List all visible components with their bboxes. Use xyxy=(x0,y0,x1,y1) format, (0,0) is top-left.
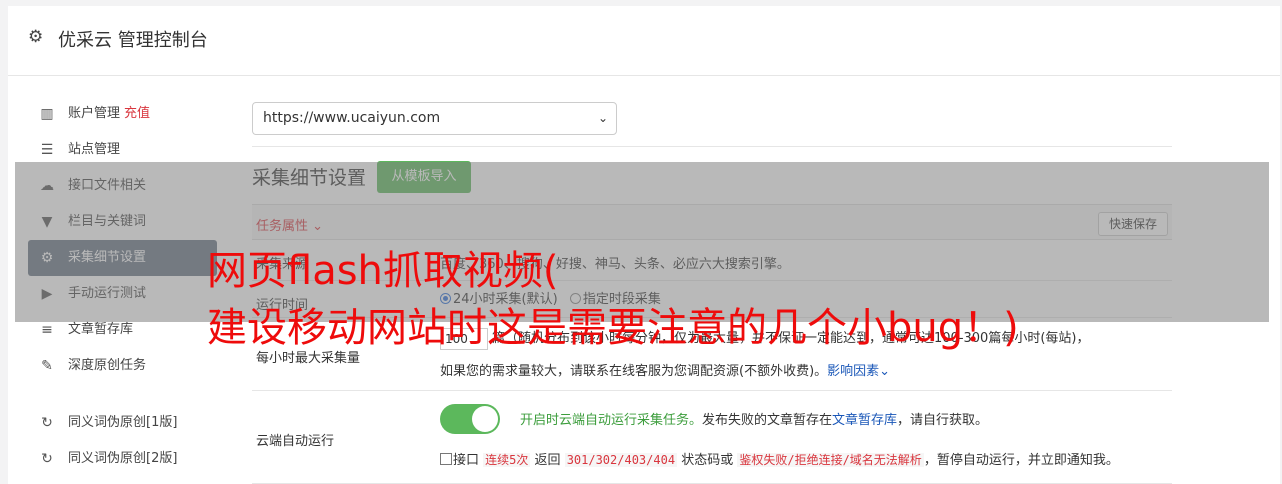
watermark-line-1: 网页flash抓取视频( xyxy=(207,248,559,294)
cloud-on-text: 开启时云端自动运行采集任务。 xyxy=(520,413,703,428)
divider xyxy=(252,146,1172,147)
row-label: 云端自动运行 xyxy=(256,434,335,449)
top-header: ⚙ 优采云 管理控制台 xyxy=(8,6,1280,76)
server-icon: ☰ xyxy=(40,142,54,158)
sidebar-item-label: 文章暂存库 xyxy=(68,322,134,337)
sidebar-item-label: 采集细节设置 xyxy=(68,250,147,265)
cb-text: 接口 xyxy=(453,453,480,468)
radio-unchecked-icon xyxy=(569,293,581,304)
play-circle-icon: ▶ xyxy=(41,286,53,302)
sidebar-item-label: 账户管理 xyxy=(68,106,121,121)
pause-condition: 接口 连续5次 返回 301/302/403/404 状态码或 鉴权失败/拒绝连… xyxy=(440,449,1119,468)
cloud-run-toggle[interactable] xyxy=(440,404,500,434)
cloud-text-end: ，请自行获取。 xyxy=(897,413,989,428)
sidebar-item-manual-run[interactable]: ▶ 手动运行测试 xyxy=(28,276,217,312)
sidebar-item-collect-settings[interactable]: ⚙ 采集细节设置 xyxy=(28,240,217,276)
filter-icon: ▼ xyxy=(41,214,53,230)
code-errors: 鉴权失败/拒绝连接/域名无法解析 xyxy=(737,453,924,467)
gear-icon: ⚙ xyxy=(28,27,44,47)
sidebar: ▥ 账户管理 充值 ☰ 站点管理 ☁ 接口文件相关 ▼ 栏目与关键词 ⚙ 采集细节… xyxy=(28,96,217,477)
impact-factors-link[interactable]: 影响因素⌄ xyxy=(827,364,890,379)
pause-checkbox[interactable] xyxy=(440,453,452,465)
chevron-down-icon: ⌄ xyxy=(597,111,608,125)
sidebar-item-label: 同义词伪原创[2版] xyxy=(68,451,178,466)
sidebar-item-synonym-v2[interactable]: ↻ 同义词伪原创[2版] xyxy=(28,441,217,477)
cloud-run-desc: 开启时云端自动运行采集任务。发布失败的文章暂存在文章暂存库，请自行获取。 xyxy=(520,409,988,428)
sidebar-item-label: 栏目与关键词 xyxy=(68,214,147,229)
sidebar-item-article-store[interactable]: ≡ 文章暂存库 xyxy=(28,312,217,348)
sidebar-item-label: 手动运行测试 xyxy=(68,286,147,301)
sidebar-item-label: 接口文件相关 xyxy=(68,178,147,193)
bar-chart-icon: ▥ xyxy=(40,106,54,122)
site-select-value: https://www.ucaiyun.com xyxy=(263,110,441,126)
cb-text: 返回 xyxy=(534,453,561,468)
database-icon: ≡ xyxy=(41,322,53,338)
max-help-text-2: 如果您的需求量较大，请联系在线客服为您调配资源(不额外收费)。 xyxy=(440,364,828,379)
sidebar-item-deep-original[interactable]: ✎ 深度原创任务 xyxy=(28,348,217,384)
refresh-icon: ↻ xyxy=(41,451,53,467)
row-value-2: 如果您的需求量较大，请联系在线客服为您调配资源(不额外收费)。影响因素⌄ xyxy=(440,360,890,379)
sidebar-item-account[interactable]: ▥ 账户管理 充值 xyxy=(28,96,217,132)
sidebar-item-interface-files[interactable]: ☁ 接口文件相关 xyxy=(28,168,217,204)
section-title: 采集细节设置 xyxy=(252,167,367,189)
link-label: 影响因素 xyxy=(827,364,880,379)
chevron-down-icon: ⌄ xyxy=(312,219,324,234)
import-template-button[interactable]: 从模板导入 xyxy=(377,161,471,193)
watermark-line-2: 建设移动网站时这是需要注意的几个小bug！) xyxy=(207,305,1019,351)
double-chevron-down-icon: ⌄ xyxy=(879,364,891,379)
cb-text: 状态码或 xyxy=(681,453,734,468)
sidebar-item-synonym-v1[interactable]: ↻ 同义词伪原创[1版] xyxy=(28,405,217,441)
page-title: 优采云 管理控制台 xyxy=(58,30,208,51)
edit-icon: ✎ xyxy=(41,358,53,374)
settings-row-cloud-run: 云端自动运行 开启时云端自动运行采集任务。发布失败的文章暂存在文章暂存库，请自行… xyxy=(252,392,1172,484)
cloud-text: 发布失败的文章暂存在 xyxy=(702,413,833,428)
sidebar-divider xyxy=(28,384,217,405)
code-consecutive: 连续5次 xyxy=(483,453,531,467)
recharge-link[interactable]: 充值 xyxy=(124,106,150,121)
quick-save-button[interactable]: 快速保存 xyxy=(1098,212,1168,236)
sidebar-item-label: 站点管理 xyxy=(68,142,121,157)
radio-checked-icon xyxy=(440,293,451,304)
sidebar-item-label: 同义词伪原创[1版] xyxy=(68,415,178,430)
toggle-knob xyxy=(472,406,498,432)
sidebar-item-label: 深度原创任务 xyxy=(68,358,147,373)
article-store-link[interactable]: 文章暂存库 xyxy=(832,413,897,428)
site-select[interactable]: https://www.ucaiyun.com ⌄ xyxy=(252,102,617,135)
sidebar-item-columns-keywords[interactable]: ▼ 栏目与关键词 xyxy=(28,204,217,240)
settings-table-header: 任务属性 ⌄ 快速保存 xyxy=(252,204,1172,240)
gears-icon: ⚙ xyxy=(40,250,54,266)
cb-text: ，暂停自动运行，并立即通知我。 xyxy=(923,453,1119,468)
code-status: 301/302/403/404 xyxy=(564,453,678,467)
sidebar-item-sites[interactable]: ☰ 站点管理 xyxy=(28,132,217,168)
cloud-upload-icon: ☁ xyxy=(40,178,54,194)
tab-task-properties[interactable]: 任务属性 ⌄ xyxy=(256,215,323,234)
refresh-icon: ↻ xyxy=(41,415,53,431)
tab-label: 任务属性 xyxy=(256,219,309,234)
